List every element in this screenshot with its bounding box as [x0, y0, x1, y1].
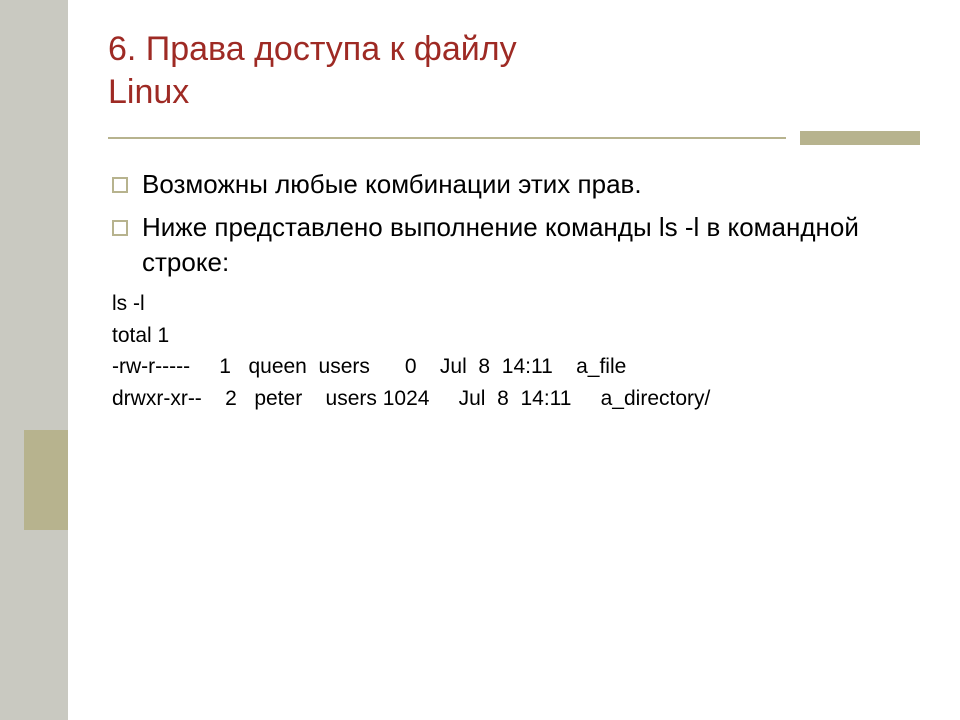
code-line: total 1	[112, 324, 169, 347]
list-item: Возможны любые комбинации этих прав.	[112, 167, 920, 202]
slide-title: 6. Права доступа к файлу Linux	[108, 28, 920, 113]
bullet-list: Возможны любые комбинации этих прав. Ниж…	[112, 167, 920, 280]
square-bullet-icon	[112, 220, 128, 236]
code-line: drwxr-xr-- 2 peter users 1024 Jul 8 14:1…	[112, 387, 710, 410]
title-line-2: Linux	[108, 73, 189, 111]
code-block: ls -l total 1 -rw-r----- 1 queen users 0…	[112, 288, 920, 414]
bullet-text: Возможны любые комбинации этих прав.	[142, 167, 642, 202]
code-line: ls -l	[112, 292, 145, 315]
left-accent-short	[24, 430, 68, 530]
list-item: Ниже представлено выполнение команды ls …	[112, 210, 920, 280]
divider-block	[800, 131, 920, 145]
code-line: -rw-r----- 1 queen users 0 Jul 8 14:11 a…	[112, 355, 626, 378]
square-bullet-icon	[112, 177, 128, 193]
slide-content: 6. Права доступа к файлу Linux Возможны …	[68, 0, 960, 414]
divider-line	[108, 137, 786, 139]
bullet-text: Ниже представлено выполнение команды ls …	[142, 210, 920, 280]
left-accent-band	[0, 0, 68, 720]
divider-rule	[108, 131, 920, 145]
title-line-1: 6. Права доступа к файлу	[108, 30, 517, 68]
